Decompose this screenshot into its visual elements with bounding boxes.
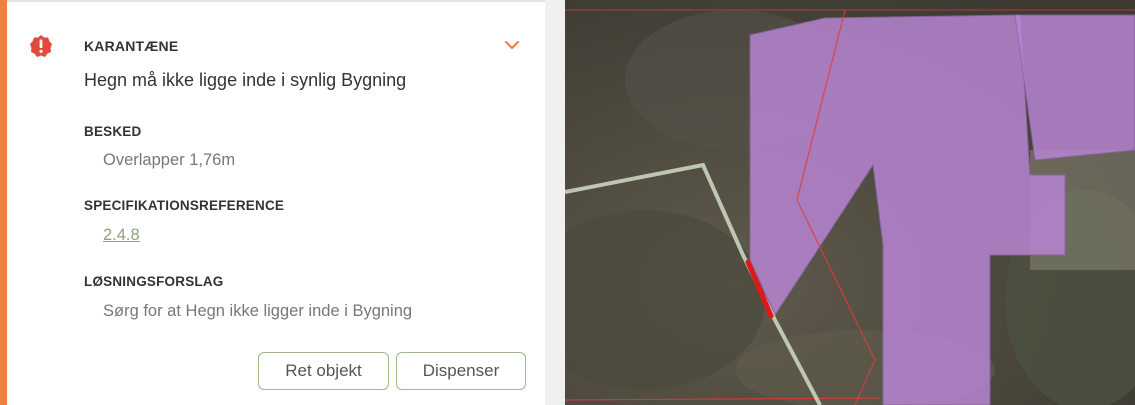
severity-label: KARANTÆNE xyxy=(84,38,179,54)
spec-reference-link[interactable]: 2.4.8 xyxy=(103,226,140,245)
spec-reference-label: SPECIFIKATIONSREFERENCE xyxy=(84,198,285,213)
alert-icon xyxy=(30,35,52,57)
message-label: BESKED xyxy=(84,124,142,139)
building-polygon[interactable] xyxy=(1014,14,1135,161)
solution-value: Sørg for at Hegn ikke ligger inde i Bygn… xyxy=(103,302,413,320)
panel-top-border xyxy=(0,0,545,2)
map-canvas[interactable] xyxy=(565,0,1135,405)
solution-label: LØSNINGSFORSLAG xyxy=(84,274,224,289)
panel-divider xyxy=(545,0,565,405)
chevron-down-icon[interactable] xyxy=(502,38,522,52)
message-value: Overlapper 1,76m xyxy=(103,151,236,169)
fix-object-button[interactable]: Ret objekt xyxy=(258,352,389,390)
map-view[interactable] xyxy=(565,0,1135,405)
rule-title: Hegn må ikke ligge inde i synlig Bygning xyxy=(84,70,407,90)
issue-panel: KARANTÆNE Hegn må ikke ligge inde i synl… xyxy=(0,0,545,405)
dispense-button[interactable]: Dispenser xyxy=(396,352,526,390)
severity-accent-bar xyxy=(0,0,7,405)
